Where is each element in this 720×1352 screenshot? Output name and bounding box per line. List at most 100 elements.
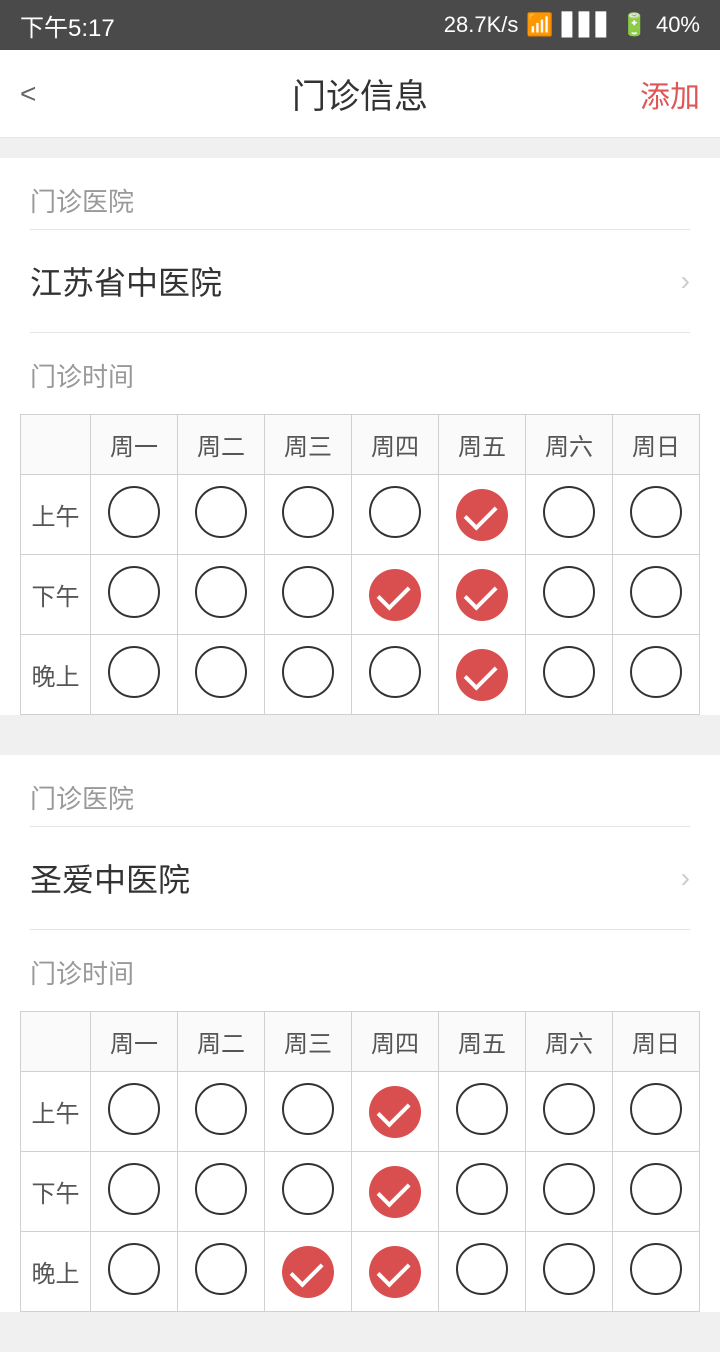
header-tue-1: 周二 bbox=[178, 415, 265, 475]
header-wed-2: 周三 bbox=[265, 1012, 352, 1072]
cell-afternoon-fri-1[interactable] bbox=[439, 555, 526, 635]
battery-percent: 40% bbox=[656, 12, 700, 38]
cell-afternoon-fri-2[interactable] bbox=[439, 1152, 526, 1232]
gap-top-2 bbox=[0, 735, 720, 755]
row-label-evening-1: 晚上 bbox=[21, 635, 91, 715]
schedule-table-2: 周一 周二 周三 周四 周五 周六 周日 上午 bbox=[20, 1011, 700, 1312]
cell-morning-thu-2[interactable] bbox=[352, 1072, 439, 1152]
schedule-label-1: 门诊时间 bbox=[0, 333, 720, 404]
section-1-schedule-block: 门诊时间 周一 周二 周三 周四 周五 周六 周日 上午 bbox=[0, 333, 720, 715]
gap-bottom bbox=[0, 1332, 720, 1352]
cell-morning-tue-1[interactable] bbox=[178, 475, 265, 555]
cell-afternoon-sat-1[interactable] bbox=[526, 555, 613, 635]
cell-morning-sat-1[interactable] bbox=[526, 475, 613, 555]
header-sun-1: 周日 bbox=[613, 415, 700, 475]
cell-morning-fri-1[interactable] bbox=[439, 475, 526, 555]
header-thu-2: 周四 bbox=[352, 1012, 439, 1072]
table-row-afternoon-1: 下午 bbox=[21, 555, 700, 635]
cell-afternoon-wed-1[interactable] bbox=[265, 555, 352, 635]
hospital-row-1[interactable]: 江苏省中医院 › bbox=[0, 230, 720, 332]
cell-morning-wed-2[interactable] bbox=[265, 1072, 352, 1152]
cell-afternoon-thu-2[interactable] bbox=[352, 1152, 439, 1232]
header-fri-1: 周五 bbox=[439, 415, 526, 475]
cell-evening-sun-1[interactable] bbox=[613, 635, 700, 715]
table-row-evening-1: 晚上 bbox=[21, 635, 700, 715]
header-empty-1 bbox=[21, 415, 91, 475]
row-label-afternoon-1: 下午 bbox=[21, 555, 91, 635]
section-1-hospital-block: 门诊医院 江苏省中医院 › bbox=[0, 158, 720, 333]
status-right: 28.7K/s 📶 ▋▋▋ 🔋 40% bbox=[444, 12, 700, 38]
header-empty-2 bbox=[21, 1012, 91, 1072]
table-row-morning-1: 上午 bbox=[21, 475, 700, 555]
add-button[interactable]: 添加 bbox=[640, 72, 700, 116]
main-content: 门诊医院 江苏省中医院 › 门诊时间 周一 周二 周三 周四 周五 周六 周 bbox=[0, 138, 720, 1352]
schedule-table-1: 周一 周二 周三 周四 周五 周六 周日 上午 bbox=[20, 414, 700, 715]
header-mon-2: 周一 bbox=[91, 1012, 178, 1072]
table-row-evening-2: 晚上 bbox=[21, 1232, 700, 1312]
cell-evening-sat-2[interactable] bbox=[526, 1232, 613, 1312]
row-label-morning-1: 上午 bbox=[21, 475, 91, 555]
cell-morning-wed-1[interactable] bbox=[265, 475, 352, 555]
cell-afternoon-mon-2[interactable] bbox=[91, 1152, 178, 1232]
row-label-evening-2: 晚上 bbox=[21, 1232, 91, 1312]
hospital-label-1: 门诊医院 bbox=[0, 158, 720, 229]
header-fri-2: 周五 bbox=[439, 1012, 526, 1072]
cell-evening-tue-1[interactable] bbox=[178, 635, 265, 715]
hospital-row-2[interactable]: 圣爱中医院 › bbox=[0, 827, 720, 929]
cell-morning-thu-1[interactable] bbox=[352, 475, 439, 555]
cell-afternoon-sun-1[interactable] bbox=[613, 555, 700, 635]
wifi-icon: 📶 bbox=[526, 12, 553, 38]
hospital-name-2: 圣爱中医院 bbox=[30, 855, 190, 901]
cell-evening-mon-1[interactable] bbox=[91, 635, 178, 715]
back-button[interactable]: < bbox=[20, 78, 80, 110]
header-wed-1: 周三 bbox=[265, 415, 352, 475]
section-2-schedule-block: 门诊时间 周一 周二 周三 周四 周五 周六 周日 上午 bbox=[0, 930, 720, 1312]
cell-morning-sat-2[interactable] bbox=[526, 1072, 613, 1152]
cell-afternoon-sun-2[interactable] bbox=[613, 1152, 700, 1232]
cell-morning-mon-1[interactable] bbox=[91, 475, 178, 555]
hospital-name-1: 江苏省中医院 bbox=[30, 258, 222, 304]
cell-evening-sat-1[interactable] bbox=[526, 635, 613, 715]
cell-afternoon-thu-1[interactable] bbox=[352, 555, 439, 635]
cell-morning-sun-1[interactable] bbox=[613, 475, 700, 555]
battery-icon: 🔋 bbox=[621, 12, 648, 38]
header-sun-2: 周日 bbox=[613, 1012, 700, 1072]
cell-afternoon-sat-2[interactable] bbox=[526, 1152, 613, 1232]
page-title: 门诊信息 bbox=[292, 69, 428, 118]
cell-evening-sun-2[interactable] bbox=[613, 1232, 700, 1312]
cell-evening-thu-2[interactable] bbox=[352, 1232, 439, 1312]
header-mon-1: 周一 bbox=[91, 415, 178, 475]
header-sat-2: 周六 bbox=[526, 1012, 613, 1072]
cell-morning-mon-2[interactable] bbox=[91, 1072, 178, 1152]
cell-morning-fri-2[interactable] bbox=[439, 1072, 526, 1152]
signal-icon: ▋▋▋ bbox=[562, 12, 613, 38]
nav-bar: < 门诊信息 添加 bbox=[0, 50, 720, 138]
cell-evening-thu-1[interactable] bbox=[352, 635, 439, 715]
gap-top-1 bbox=[0, 138, 720, 158]
section-2-hospital-block: 门诊医院 圣爱中医院 › bbox=[0, 755, 720, 930]
header-sat-1: 周六 bbox=[526, 415, 613, 475]
hospital-arrow-1: › bbox=[681, 265, 690, 297]
row-label-afternoon-2: 下午 bbox=[21, 1152, 91, 1232]
cell-morning-sun-2[interactable] bbox=[613, 1072, 700, 1152]
cell-afternoon-tue-1[interactable] bbox=[178, 555, 265, 635]
cell-evening-wed-2[interactable] bbox=[265, 1232, 352, 1312]
table-header-row-1: 周一 周二 周三 周四 周五 周六 周日 bbox=[21, 415, 700, 475]
cell-evening-wed-1[interactable] bbox=[265, 635, 352, 715]
cell-evening-fri-2[interactable] bbox=[439, 1232, 526, 1312]
cell-afternoon-wed-2[interactable] bbox=[265, 1152, 352, 1232]
cell-morning-tue-2[interactable] bbox=[178, 1072, 265, 1152]
cell-afternoon-tue-2[interactable] bbox=[178, 1152, 265, 1232]
cell-evening-mon-2[interactable] bbox=[91, 1232, 178, 1312]
table-row-afternoon-2: 下午 bbox=[21, 1152, 700, 1232]
schedule-label-2: 门诊时间 bbox=[0, 930, 720, 1001]
table-header-row-2: 周一 周二 周三 周四 周五 周六 周日 bbox=[21, 1012, 700, 1072]
status-time: 下午5:17 bbox=[20, 8, 115, 43]
row-label-morning-2: 上午 bbox=[21, 1072, 91, 1152]
network-speed: 28.7K/s bbox=[444, 12, 519, 38]
cell-evening-fri-1[interactable] bbox=[439, 635, 526, 715]
cell-afternoon-mon-1[interactable] bbox=[91, 555, 178, 635]
status-bar: 下午5:17 28.7K/s 📶 ▋▋▋ 🔋 40% bbox=[0, 0, 720, 50]
header-thu-1: 周四 bbox=[352, 415, 439, 475]
cell-evening-tue-2[interactable] bbox=[178, 1232, 265, 1312]
